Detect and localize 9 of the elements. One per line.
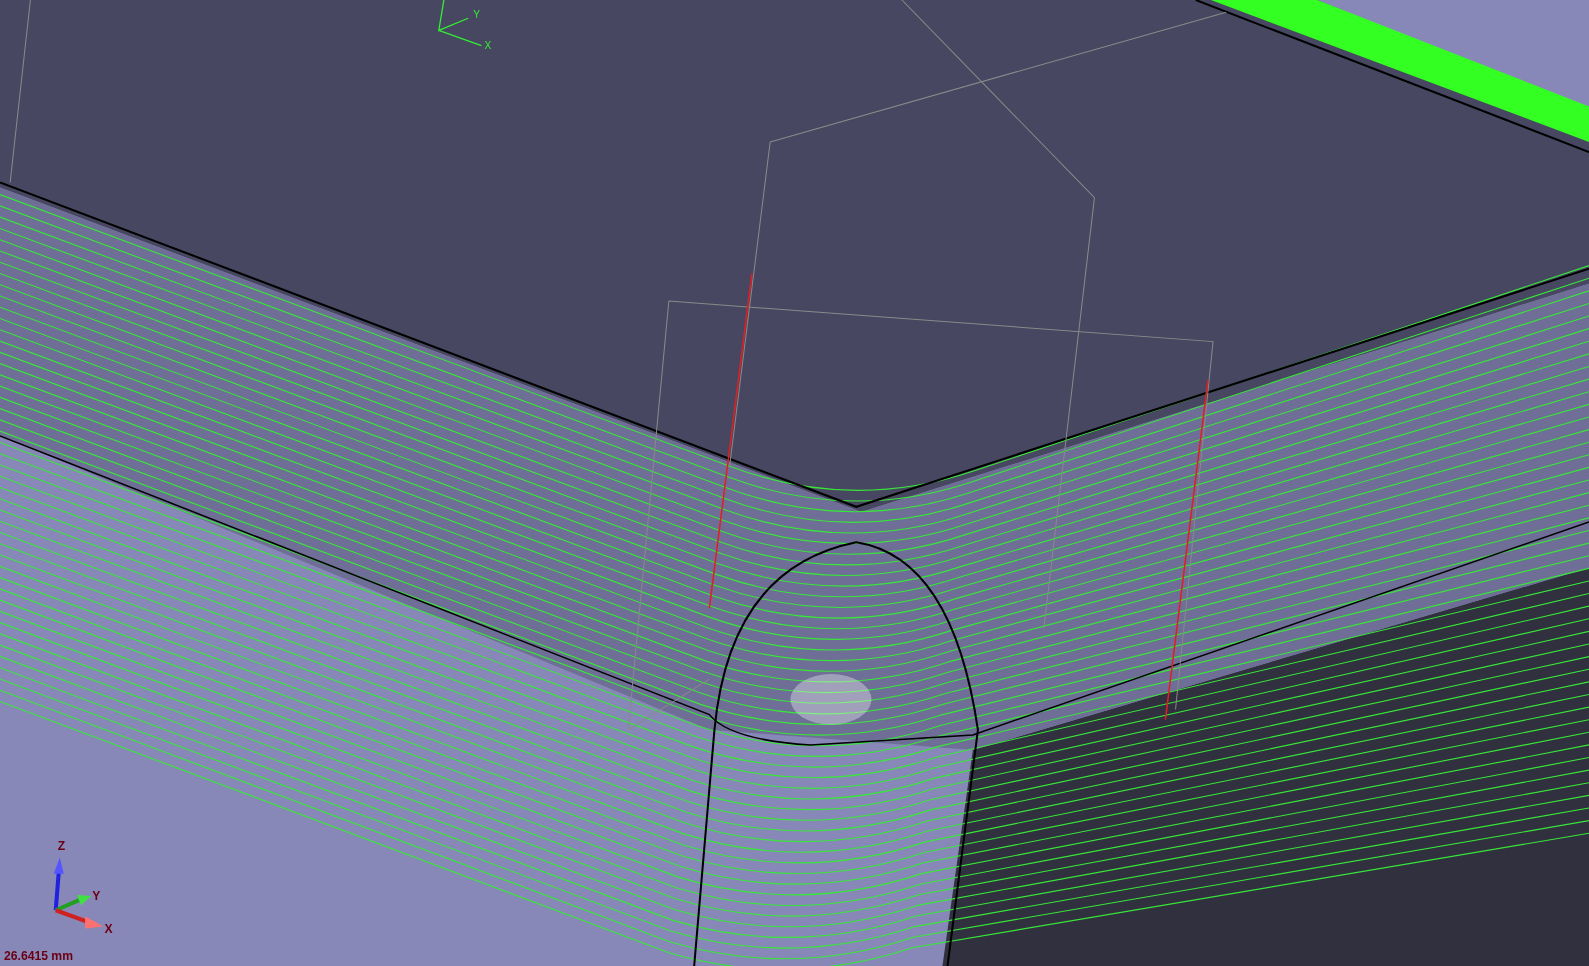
3d-viewport[interactable]: Y X Z Y X 26.6415 mm [0, 0, 1589, 966]
axis-label: Y [92, 889, 101, 904]
axis-triad-icon [53, 857, 104, 929]
axis-label: Z [57, 839, 66, 854]
workplane-axis-drawing [437, 0, 483, 47]
scale-readout: 26.6415 mm [4, 948, 73, 963]
axis-label: X [484, 39, 492, 51]
axis-label: X [104, 921, 113, 936]
axis-label: Y [473, 9, 480, 21]
